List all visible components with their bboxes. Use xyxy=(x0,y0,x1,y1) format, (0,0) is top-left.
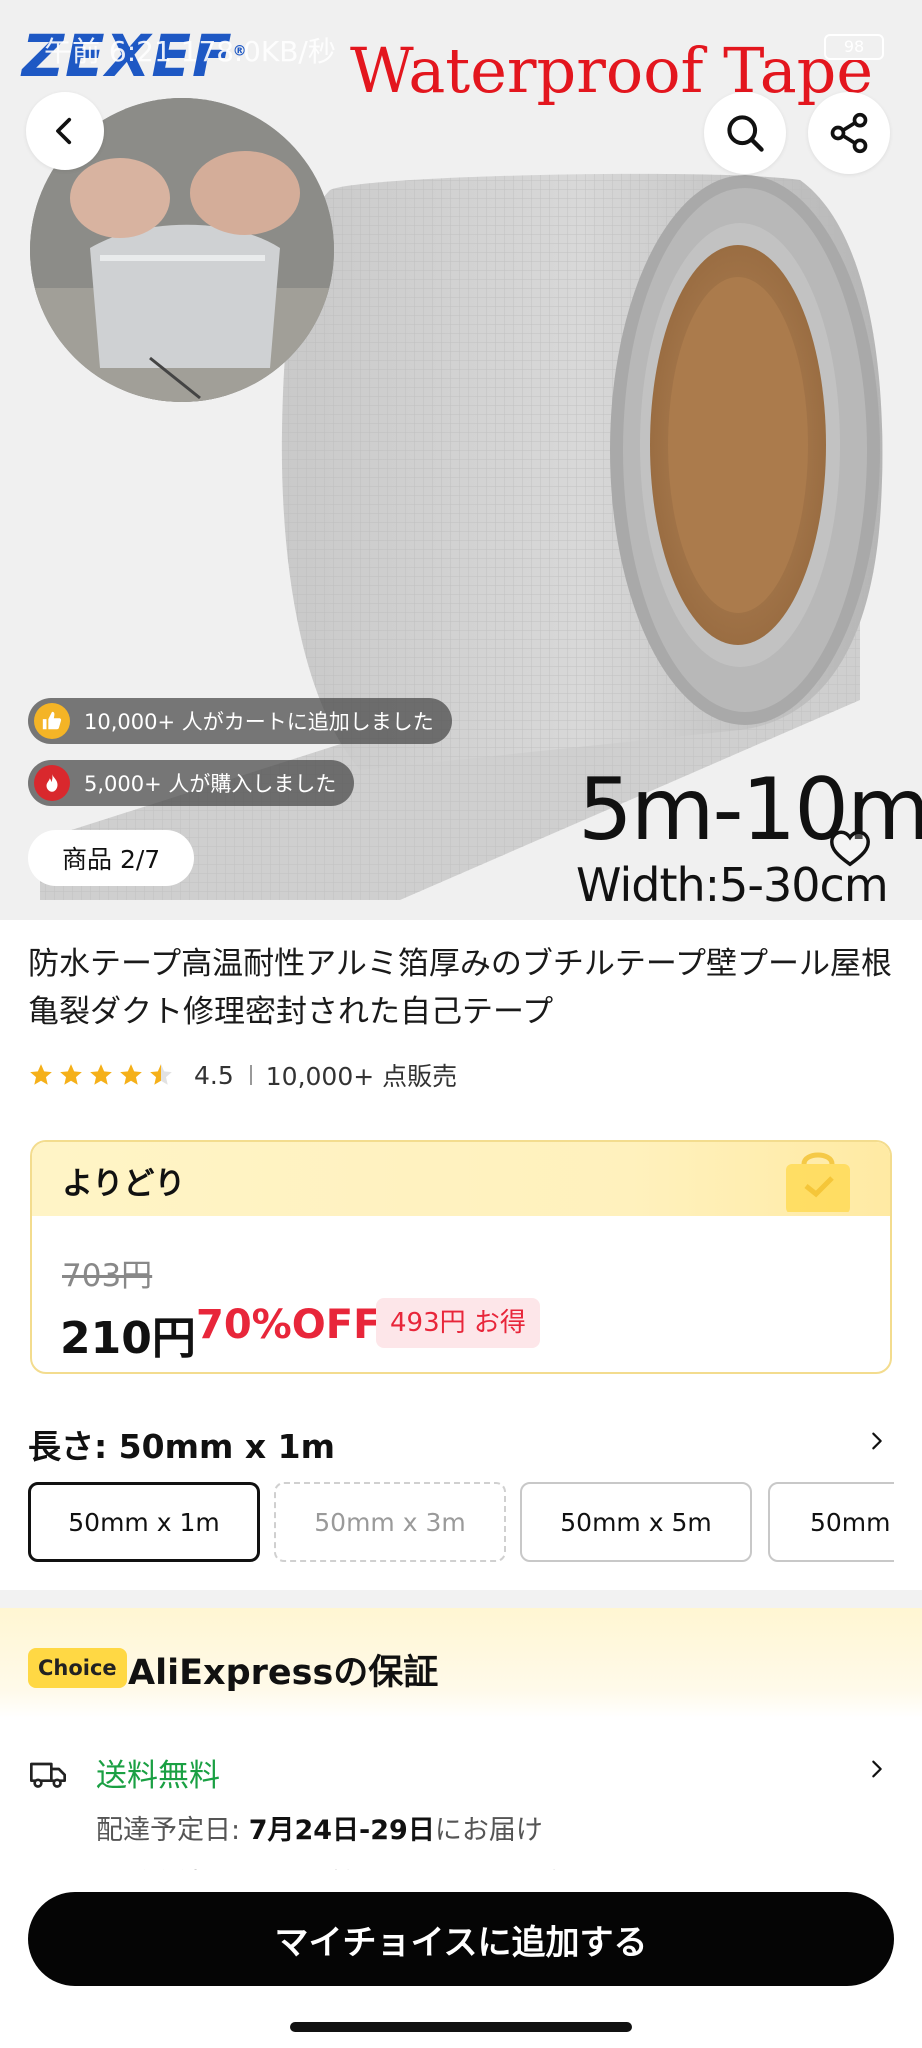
heart-icon xyxy=(830,830,870,867)
sold-count: 10,000+ 点販売 xyxy=(265,1062,458,1091)
choice-badge: Choice xyxy=(28,1648,127,1688)
purchase-social-proof-text: 5,000+ 人が購入しました xyxy=(84,772,337,796)
option-title: 長さ: 50mm x 1m xyxy=(28,1427,335,1466)
deal-header: よりどり xyxy=(32,1142,890,1216)
thumbs-up-icon xyxy=(34,703,70,739)
search-button[interactable] xyxy=(704,92,786,174)
flame-icon xyxy=(34,765,70,801)
shopping-bag-icon xyxy=(786,1152,850,1212)
star-icon xyxy=(90,1064,112,1085)
star-icon xyxy=(120,1064,142,1085)
cart-social-proof-text: 10,000+ 人がカートに追加しました xyxy=(84,710,434,734)
product-image-gallery[interactable]: ZEXEF® Waterproof Tape 午前 6:21 178.0KB/秒… xyxy=(0,0,922,920)
share-icon xyxy=(830,112,868,154)
option-chip-row[interactable]: 50mm x 1m 50mm x 3m 50mm x 5m 50mm x 10m xyxy=(28,1482,894,1564)
free-shipping-label: 送料無料 xyxy=(96,1758,220,1794)
guarantee-section: Choice AliExpressの保証 xyxy=(0,1608,922,1718)
favorite-button[interactable] xyxy=(812,810,888,886)
star-icon xyxy=(60,1064,82,1085)
star-icon xyxy=(150,1064,172,1085)
chevron-right-icon xyxy=(872,1760,882,1778)
option-expand-button[interactable] xyxy=(866,1428,888,1458)
guarantee-title: AliExpressの保証 xyxy=(128,1653,439,1693)
cart-social-proof-badge: 10,000+ 人がカートに追加しました xyxy=(28,698,452,744)
search-icon xyxy=(727,115,764,152)
share-button[interactable] xyxy=(808,92,890,174)
home-indicator xyxy=(290,2022,632,2032)
delivery-estimate: 配達予定日: 7月24日-29日にお届け xyxy=(96,1815,543,1846)
rating-row[interactable]: 4.5 10,000+ 点販売 xyxy=(28,1058,457,1092)
truck-icon xyxy=(30,1762,66,1788)
deal-label: よりどり xyxy=(62,1166,186,1202)
option-chip[interactable]: 50mm x 10m xyxy=(768,1482,894,1562)
status-time: 午前 6:21 178.0KB/秒 xyxy=(44,35,336,68)
battery-icon: 98 xyxy=(824,34,884,60)
savings-badge: 493円 お得 xyxy=(376,1298,540,1348)
status-bar: 午前 6:21 178.0KB/秒 98 xyxy=(0,22,922,68)
option-chip[interactable]: 50mm x 5m xyxy=(520,1482,752,1562)
rating-value: 4.5 xyxy=(194,1060,234,1090)
deal-card: よりどり 703円 210円 70%OFF 493円 お得 xyxy=(30,1140,892,1374)
sale-price: 210円 xyxy=(60,1313,196,1364)
rating-stars xyxy=(28,1062,178,1088)
option-chip[interactable]: 50mm x 3m xyxy=(274,1482,506,1562)
image-counter: 商品 2/7 xyxy=(28,830,195,886)
shipping-row[interactable]: 送料無料 配達予定日: 7月24日-29日にお届け 運送会社: ヤマト運輸 SA… xyxy=(0,1740,922,1900)
back-button[interactable] xyxy=(26,92,104,170)
add-to-choice-button[interactable]: マイチョイスに追加する xyxy=(28,1892,894,1986)
rating-divider xyxy=(249,1065,252,1085)
purchase-social-proof-badge: 5,000+ 人が購入しました xyxy=(28,760,355,806)
chevron-right-icon xyxy=(872,1432,882,1450)
section-divider xyxy=(0,1590,922,1608)
original-price: 703円 xyxy=(62,1258,153,1294)
product-title: 防水テープ高温耐性アルミ箔厚みのブチルテープ壁プール屋根亀裂ダクト修理密封された… xyxy=(28,946,892,1030)
star-icon xyxy=(30,1064,52,1085)
discount-percent: 70%OFF xyxy=(196,1302,381,1348)
back-icon xyxy=(56,117,72,145)
option-chip[interactable]: 50mm x 1m xyxy=(28,1482,260,1562)
